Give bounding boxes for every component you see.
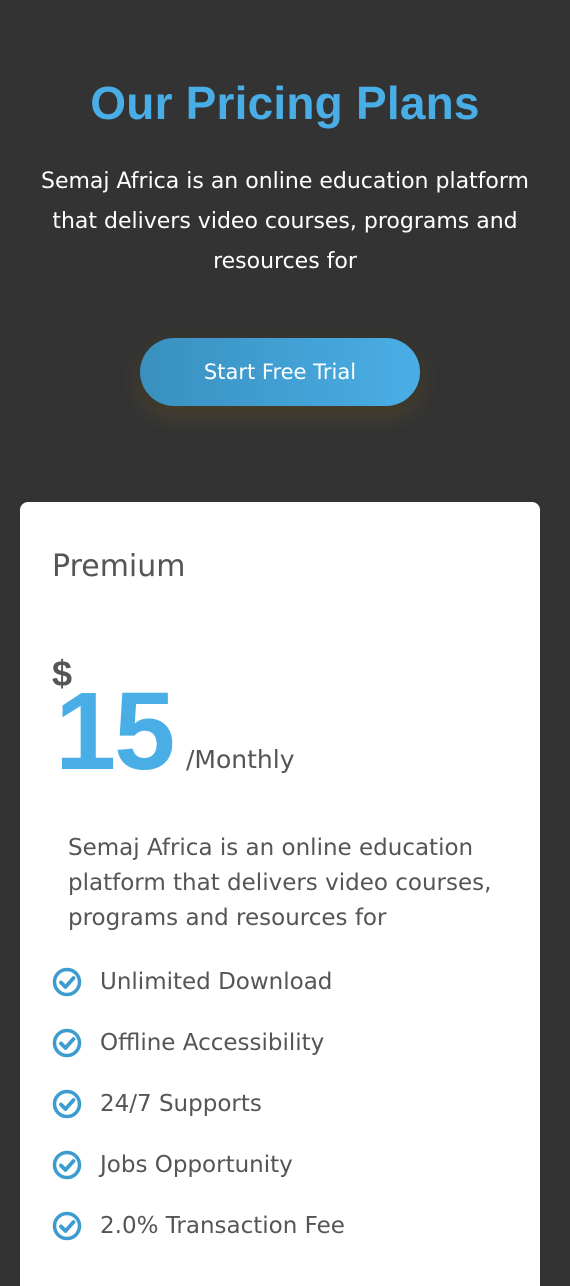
feature-label: Jobs Opportunity — [100, 1152, 293, 1178]
feature-label: Offline Accessibility — [100, 1030, 325, 1056]
feature-item: Jobs Opportunity — [52, 1146, 522, 1207]
check-circle-icon — [52, 1089, 82, 1119]
feature-item: Offline Accessibility — [52, 1024, 522, 1085]
feature-item: 24/7 Supports — [52, 1085, 522, 1146]
feature-label: 24/7 Supports — [100, 1091, 262, 1117]
start-free-trial-button[interactable]: Start Free Trial — [140, 338, 420, 406]
plan-description: Semaj Africa is an online education plat… — [68, 835, 492, 931]
hero-section: Our Pricing Plans Semaj Africa is an onl… — [0, 0, 570, 500]
page-title: Our Pricing Plans — [90, 77, 480, 129]
pricing-card-premium: Premium $ 15 /Monthly Semaj Africa is an… — [20, 502, 540, 1286]
feature-label: Unlimited Download — [100, 969, 333, 995]
price-period: /Monthly — [186, 745, 295, 774]
check-circle-icon — [52, 967, 82, 997]
check-circle-icon — [52, 1028, 82, 1058]
price-amount: 15 — [55, 670, 175, 793]
hero-subtitle: Semaj Africa is an online education plat… — [41, 169, 529, 274]
check-circle-icon — [52, 1211, 82, 1241]
check-circle-icon — [52, 1150, 82, 1180]
feature-list: Unlimited Download Offline Accessibility… — [52, 963, 522, 1268]
feature-item: 2.0% Transaction Fee — [52, 1207, 522, 1268]
plan-name: Premium — [52, 549, 186, 584]
feature-item: Unlimited Download — [52, 963, 522, 1024]
feature-label: 2.0% Transaction Fee — [100, 1213, 345, 1239]
